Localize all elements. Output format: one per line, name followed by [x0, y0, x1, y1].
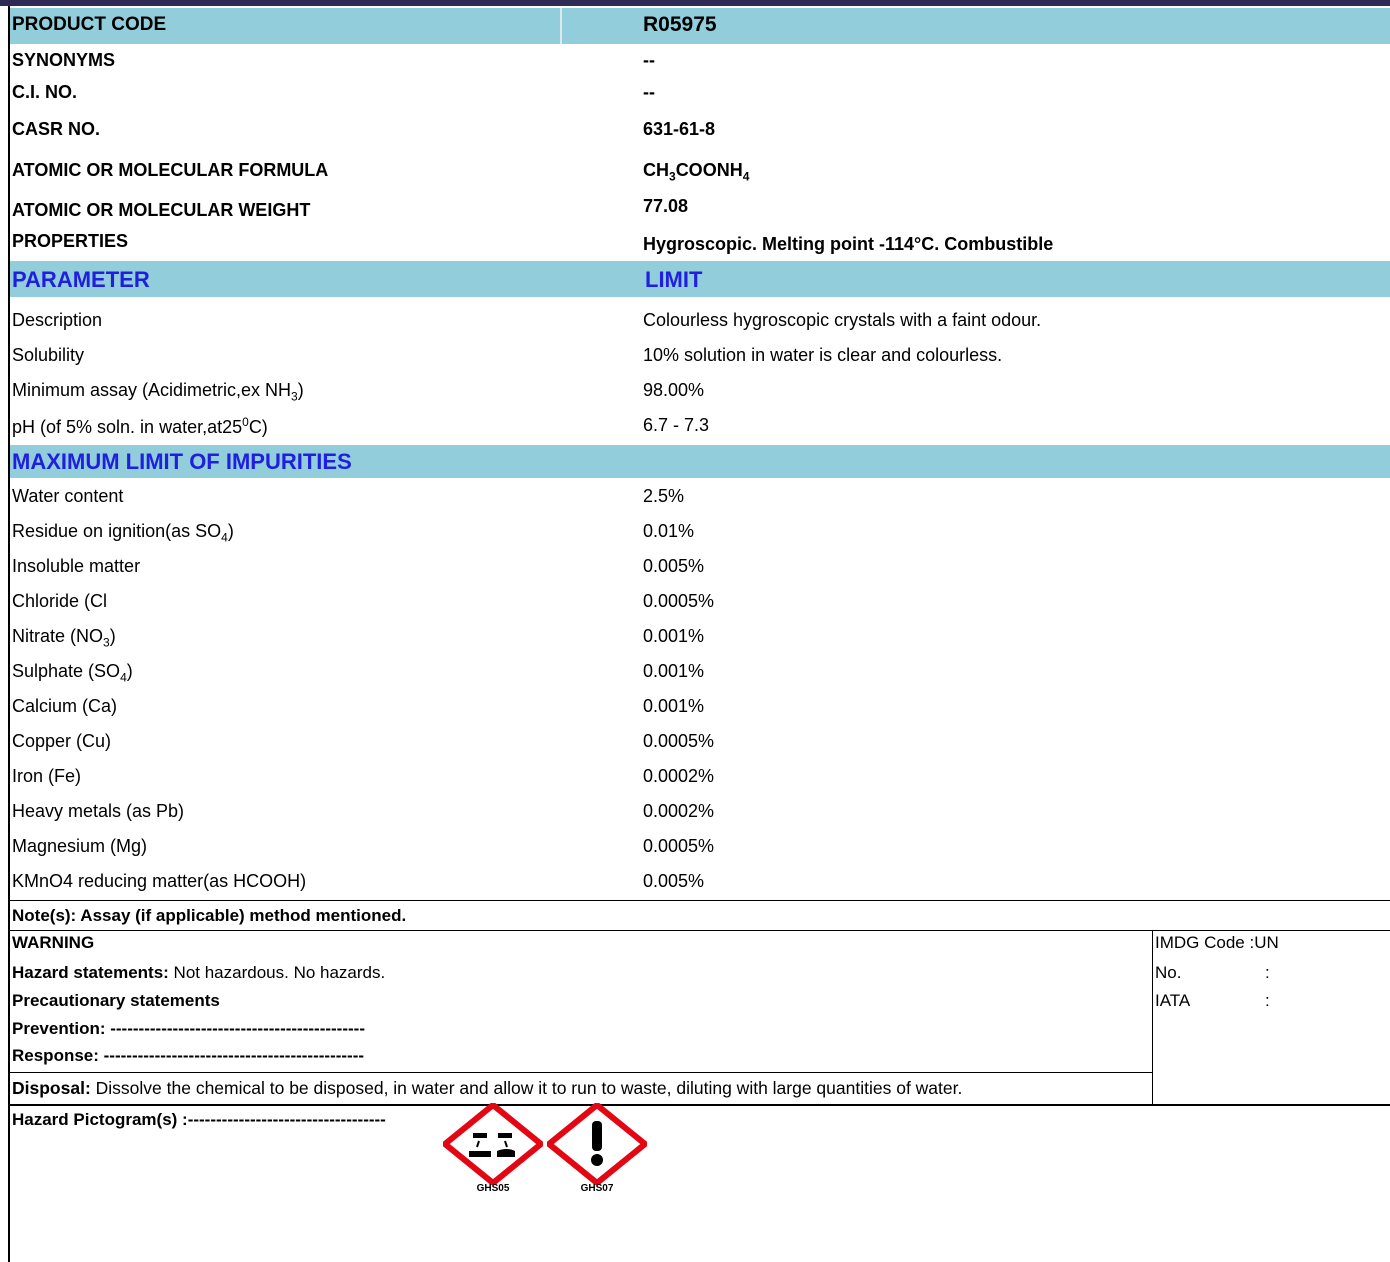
- info-label: ATOMIC OR MOLECULAR WEIGHT: [12, 200, 311, 220]
- left-border: [8, 6, 10, 1262]
- info-value: CH3COONH4: [643, 160, 750, 184]
- limit-header: LIMIT: [645, 267, 703, 292]
- info-label: ATOMIC OR MOLECULAR FORMULA: [12, 160, 329, 180]
- corrosion-icon: [443, 1103, 543, 1185]
- ghs05-pictogram: GHS05: [443, 1103, 543, 1203]
- transport-info: IMDG Code :UN No. : IATA :: [1155, 933, 1279, 1010]
- pictogram-divider: [10, 1104, 1390, 1106]
- impurities-header-row: MAXIMUM LIMIT OF IMPURITIES: [10, 445, 1390, 478]
- info-value: --: [643, 50, 655, 70]
- imdg-code: IMDG Code :UN: [1155, 933, 1279, 952]
- top-border: [0, 0, 1390, 6]
- info-value: --: [643, 82, 655, 102]
- hazard-statement: Hazard statements: Not hazardous. No haz…: [12, 963, 386, 982]
- ghs07-caption: GHS07: [580, 1183, 614, 1194]
- info-label: C.I. NO.: [12, 82, 78, 102]
- parameter-header: PARAMETER: [12, 267, 150, 292]
- ghs07-pictogram: GHS07: [547, 1103, 647, 1203]
- info-label: CASR NO.: [12, 119, 101, 139]
- warning-label: WARNING: [12, 933, 95, 952]
- header-divider: [10, 8, 562, 44]
- iata-label: IATA: [1155, 991, 1191, 1010]
- note-text: Note(s): Assay (if applicable) method me…: [12, 906, 407, 925]
- info-label: SYNONYMS: [12, 50, 116, 70]
- pictogram-label: Hazard Pictogram(s) :-------------------…: [12, 1110, 386, 1129]
- parameter-header-row: PARAMETER LIMIT: [10, 261, 1390, 297]
- prevention-line: Prevention: ----------------------------…: [12, 1019, 365, 1038]
- un-no-label: No.: [1155, 963, 1182, 982]
- disposal-line: Disposal: Dissolve the chemical to be di…: [12, 1078, 963, 1098]
- ghs05-caption: GHS05: [476, 1183, 510, 1194]
- impurities-header: MAXIMUM LIMIT OF IMPURITIES: [12, 449, 352, 474]
- info-value: 77.08: [643, 196, 689, 216]
- info-label: PROPERTIES: [12, 231, 129, 251]
- disposal-right-border: [1152, 1072, 1153, 1105]
- exclamation-icon: [547, 1103, 647, 1185]
- response-line: Response: ------------------------------…: [12, 1046, 365, 1065]
- impurity-row: KMnO4 reducing matter(as HCOOH) 0.005%: [10, 871, 1390, 901]
- note-row: Note(s): Assay (if applicable) method me…: [10, 902, 1390, 931]
- precautionary-label: Precautionary statements: [12, 991, 220, 1010]
- disposal-divider: [10, 1072, 1153, 1073]
- hazard-statements-box: WARNING Hazard statements: Not hazardous…: [10, 931, 1153, 1072]
- info-value: 631-61-8: [643, 119, 716, 139]
- product-code-value: R05975: [643, 13, 717, 36]
- info-value: Hygroscopic. Melting point -114°C. Combu…: [643, 234, 1054, 254]
